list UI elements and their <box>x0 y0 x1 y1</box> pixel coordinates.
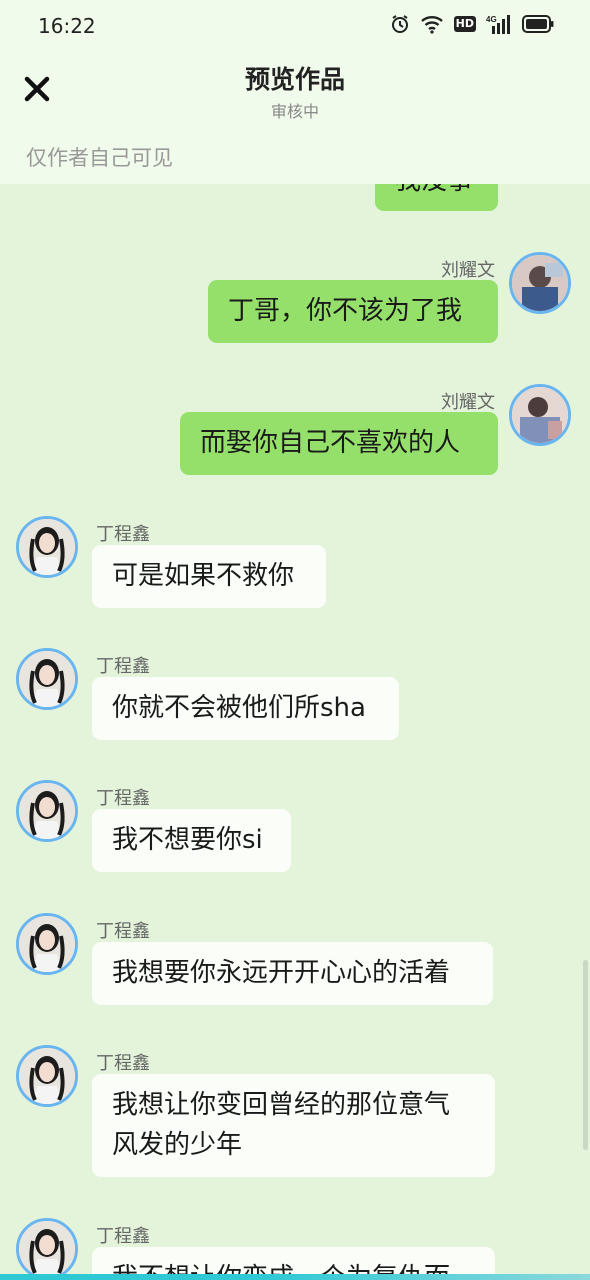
message-text: 我想要你永远开开心心的活着 <box>112 958 451 988</box>
avatar-image-icon <box>512 387 568 443</box>
signal-icon: 4G <box>486 14 512 34</box>
message-text: 你就不会被他们所sha <box>112 693 366 723</box>
status-time: 16:22 <box>38 14 96 38</box>
alarm-icon <box>390 14 410 34</box>
battery-icon <box>522 15 554 33</box>
hd-badge: HD <box>453 16 476 32</box>
status-icons: HD 4G <box>390 14 554 34</box>
wifi-icon <box>420 14 444 34</box>
chat-area[interactable]: 我没事 刘耀文 丁哥，你不该为了我 刘耀文 而娶你自己不喜欢的人 丁程鑫 可是如… <box>0 184 590 1280</box>
message-text: 我想让你变回曾经的那位意气风发的少年 <box>112 1090 451 1160</box>
avatar[interactable] <box>16 913 78 975</box>
message-bubble[interactable]: 我想让你变回曾经的那位意气风发的少年 <box>92 1074 495 1177</box>
status-bar: 16:22 HD 4G <box>0 0 590 52</box>
sender-name: 丁程鑫 <box>96 1226 150 1247</box>
bottom-progress-strip <box>0 1274 590 1280</box>
avatar[interactable] <box>16 516 78 578</box>
avatar[interactable] <box>509 252 571 314</box>
avatar[interactable] <box>509 384 571 446</box>
sender-name: 丁程鑫 <box>96 1053 150 1074</box>
message-bubble[interactable]: 可是如果不救你 <box>92 545 326 608</box>
avatar-image-icon <box>19 783 75 839</box>
message-text: 丁哥，你不该为了我 <box>228 296 463 326</box>
avatar[interactable] <box>16 1218 78 1280</box>
message-text: 我没事 <box>395 184 473 196</box>
sender-name: 丁程鑫 <box>96 656 150 677</box>
svg-text:4G: 4G <box>486 15 497 24</box>
avatar[interactable] <box>16 780 78 842</box>
sender-name: 刘耀文 <box>441 392 495 413</box>
sender-name: 丁程鑫 <box>96 921 150 942</box>
scrollbar[interactable] <box>583 960 588 1150</box>
avatar-image-icon <box>19 519 75 575</box>
visibility-note: 仅作者自己可见 <box>26 146 173 170</box>
message-bubble[interactable]: 我没事 <box>375 184 498 211</box>
message-text: 而娶你自己不喜欢的人 <box>200 428 461 458</box>
avatar-image-icon <box>19 651 75 707</box>
message-text: 我不想要你si <box>112 825 263 855</box>
message-text: 可是如果不救你 <box>112 561 295 591</box>
sender-name: 刘耀文 <box>441 260 495 281</box>
avatar[interactable] <box>16 1045 78 1107</box>
header: 预览作品 审核中 仅作者自己可见 <box>0 52 590 184</box>
avatar-image-icon <box>19 1048 75 1104</box>
message-bubble[interactable]: 你就不会被他们所sha <box>92 677 399 740</box>
sender-name: 丁程鑫 <box>96 788 150 809</box>
sender-name: 丁程鑫 <box>96 524 150 545</box>
avatar[interactable] <box>16 648 78 710</box>
message-bubble[interactable]: 我想要你永远开开心心的活着 <box>92 942 493 1005</box>
message-bubble[interactable]: 而娶你自己不喜欢的人 <box>180 412 498 475</box>
message-bubble[interactable]: 我不想要你si <box>92 809 291 872</box>
page-title: 预览作品 <box>244 65 345 94</box>
avatar-image-icon <box>512 255 568 311</box>
message-bubble[interactable]: 丁哥，你不该为了我 <box>208 280 498 343</box>
avatar-image-icon <box>19 916 75 972</box>
avatar-image-icon <box>19 1221 75 1277</box>
review-status: 审核中 <box>270 102 319 121</box>
